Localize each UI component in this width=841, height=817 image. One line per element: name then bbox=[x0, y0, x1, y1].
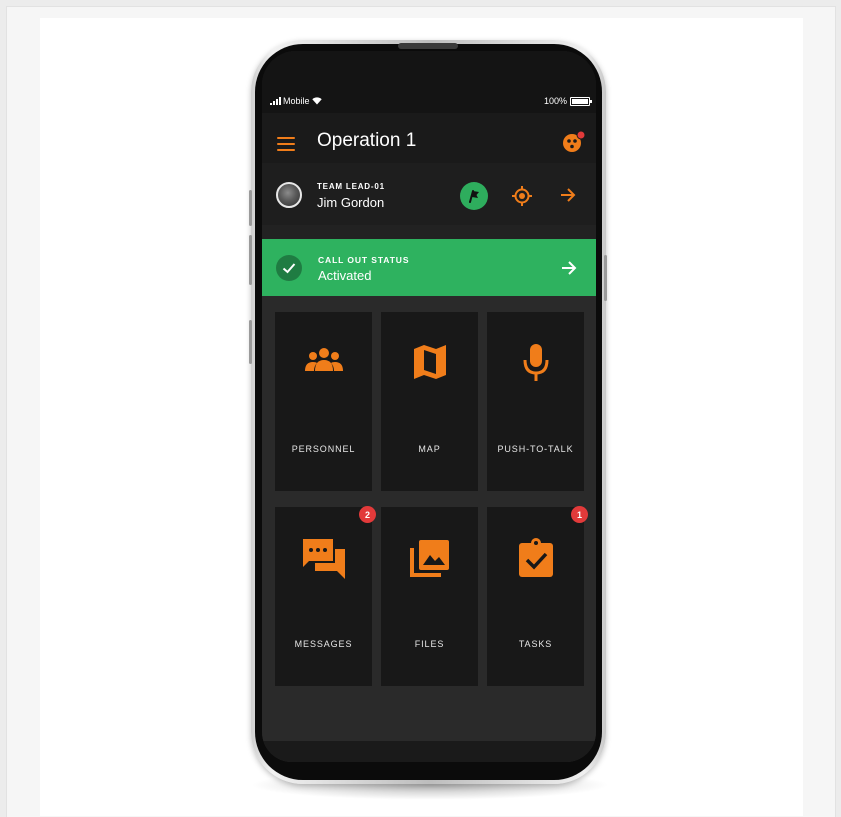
status-right: 100% bbox=[543, 96, 592, 106]
flag-button[interactable] bbox=[460, 182, 488, 210]
hamburger-menu-icon[interactable] bbox=[277, 137, 295, 151]
wifi-icon bbox=[311, 97, 322, 105]
tile-messages[interactable]: MESSAGES 2 bbox=[275, 506, 376, 686]
map-icon bbox=[413, 345, 446, 379]
app-bar: Operation 1 bbox=[262, 113, 596, 163]
tile-label: PERSONNEL bbox=[291, 444, 356, 454]
clipboard-check-icon bbox=[518, 538, 553, 577]
callout-check-circle bbox=[276, 255, 302, 281]
navigation-bar bbox=[262, 741, 596, 762]
battery-icon bbox=[570, 96, 592, 106]
signal-icon bbox=[270, 97, 281, 105]
tile-label: FILES bbox=[414, 639, 445, 649]
tile-label: PUSH-TO-TALK bbox=[497, 444, 574, 454]
user-name: Jim Gordon bbox=[317, 195, 385, 210]
user-role: TEAM LEAD-01 bbox=[317, 182, 385, 191]
status-left: Mobile bbox=[270, 96, 322, 106]
callout-label: CALL OUT STATUS bbox=[318, 255, 410, 265]
tile-files[interactable]: FILES bbox=[381, 507, 478, 686]
arrow-right-icon[interactable] bbox=[559, 186, 577, 204]
phone-speaker bbox=[398, 43, 458, 49]
phone-side-button bbox=[249, 320, 252, 364]
carrier-name: Mobile bbox=[283, 96, 310, 106]
unread-badge: 2 bbox=[359, 506, 376, 523]
tiles-area: PERSONNEL MAP PUSH-TO-TALK MESSAGES 2 FI… bbox=[262, 296, 596, 762]
arrow-right-icon[interactable] bbox=[560, 259, 578, 277]
emergency-alert-icon[interactable] bbox=[562, 130, 586, 154]
page-title: Operation 1 bbox=[317, 130, 417, 151]
callout-value: Activated bbox=[318, 268, 372, 283]
status-bar: Mobile 100% bbox=[262, 51, 596, 113]
battery-percent: 100% bbox=[543, 96, 567, 106]
tile-tasks[interactable]: TASKS 1 bbox=[487, 506, 588, 686]
phone-side-button bbox=[249, 235, 252, 285]
location-target-icon[interactable] bbox=[511, 185, 533, 207]
tile-personnel[interactable]: PERSONNEL bbox=[275, 312, 372, 491]
tile-label: MAP bbox=[418, 444, 441, 454]
tile-label: TASKS bbox=[518, 639, 553, 649]
callout-status-banner[interactable]: CALL OUT STATUS Activated bbox=[262, 239, 596, 296]
phone-screen: Mobile 100% Operation 1 TEAM LEAD-01 Jim… bbox=[262, 51, 596, 762]
tile-label: MESSAGES bbox=[294, 639, 353, 649]
phone-power-button bbox=[604, 255, 607, 301]
flag-icon bbox=[469, 190, 479, 203]
avatar[interactable] bbox=[276, 182, 302, 208]
tile-push-to-talk[interactable]: PUSH-TO-TALK bbox=[487, 312, 584, 491]
group-icon bbox=[304, 348, 343, 371]
user-bar: TEAM LEAD-01 Jim Gordon bbox=[262, 163, 596, 225]
phone-side-button bbox=[249, 190, 252, 226]
check-icon bbox=[282, 263, 296, 274]
chat-icon bbox=[300, 537, 345, 579]
tile-map[interactable]: MAP bbox=[381, 312, 478, 491]
photo-library-icon bbox=[409, 540, 449, 577]
unread-badge: 1 bbox=[571, 506, 588, 523]
microphone-icon bbox=[523, 344, 548, 381]
